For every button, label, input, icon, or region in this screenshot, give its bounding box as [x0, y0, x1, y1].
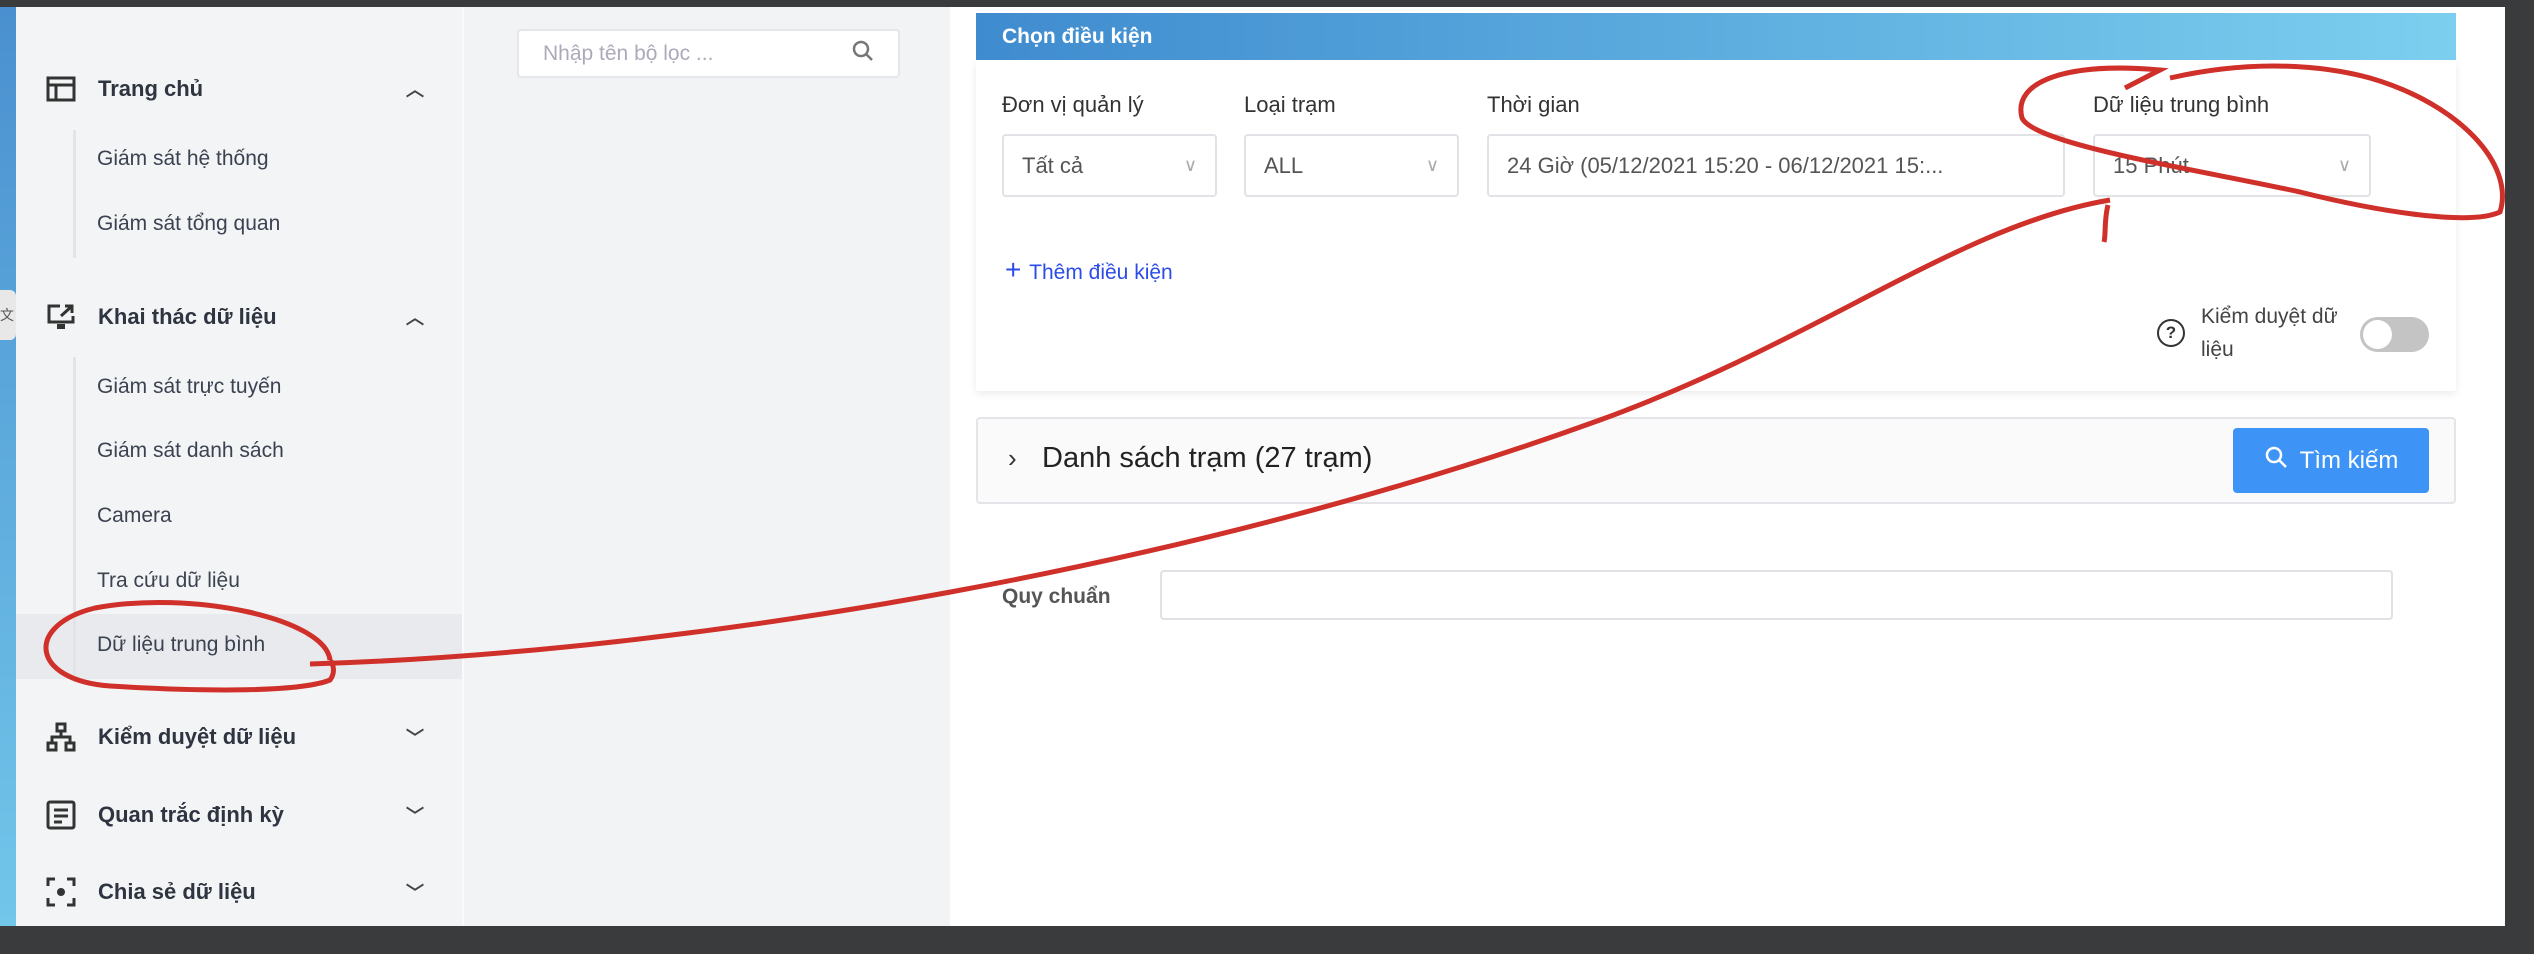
- annotation-arrow-line: [309, 197, 2111, 667]
- annotation-circle-sidebar: [43, 600, 336, 693]
- red-annotation: [43, 63, 2505, 693]
- annotation-circle-field: [2018, 63, 2505, 221]
